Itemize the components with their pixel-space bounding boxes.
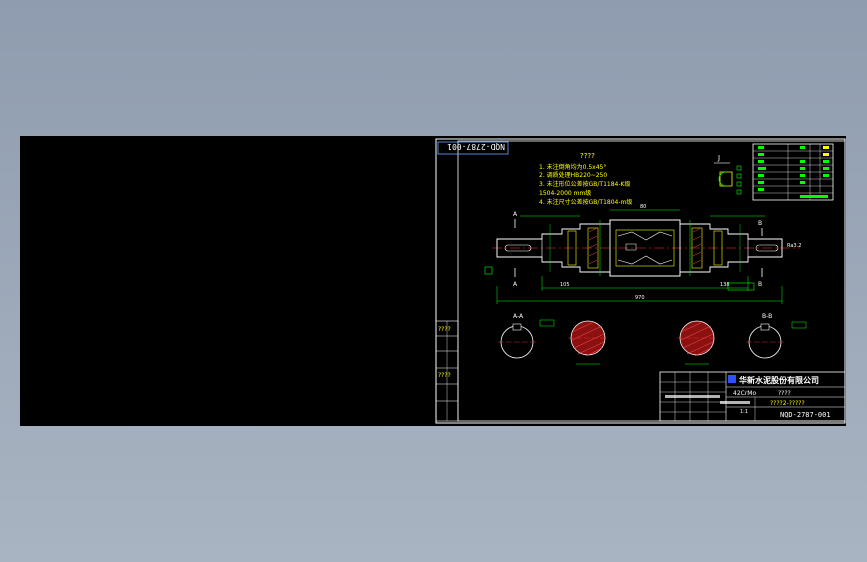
- dim-mid: 80: [640, 204, 646, 210]
- note-3: 3. 未注形位公差按GB/T1184-K级: [539, 180, 630, 188]
- left-strip-label-2: ????: [438, 372, 451, 379]
- dim-left: 105: [560, 282, 570, 288]
- section-mark-b-bottom: B: [758, 281, 762, 288]
- note-4: 1504-2000 mm级: [539, 189, 591, 197]
- title-block: 华新水泥股份有限公司 ???? ????2-????? 42CrMo 1:1 N…: [659, 371, 846, 422]
- material: 42CrMo: [733, 390, 756, 397]
- section-mark-a-top: A: [513, 211, 518, 218]
- cad-viewport[interactable]: NQD-2787-001 ???? ???? J ???? 1. 未注倒角均为0…: [20, 136, 846, 426]
- part-subtitle: ????2-?????: [770, 400, 805, 407]
- drawing-number-bottom: NQD-2787-001: [780, 411, 831, 419]
- dim-total: 970: [635, 295, 645, 301]
- parameter-table: [752, 143, 834, 201]
- scale: 1:1: [740, 409, 748, 415]
- shaft-drawing: NQD-2787-001 ???? ???? J ???? 1. 未注倒角均为0…: [435, 138, 846, 424]
- section-aa-label: A-A: [513, 313, 524, 320]
- detail-j: J: [714, 154, 742, 195]
- section-views: A-A B-B: [498, 313, 807, 365]
- note-5: 4. 未注尺寸公差按GB/T1804-m级: [539, 198, 632, 206]
- roughness-right: Ra3.2: [787, 243, 801, 249]
- company-name: 华新水泥股份有限公司: [739, 375, 819, 385]
- note-2: 2. 调质处理HB220~250: [539, 171, 607, 179]
- drawing-number-top: NQD-2787-001: [447, 142, 505, 151]
- notes-heading: ????: [580, 152, 595, 160]
- section-bb-label: B-B: [762, 313, 772, 320]
- section-mark-b-top: B: [758, 220, 762, 227]
- left-strip-label: ????: [438, 326, 451, 333]
- technical-notes: ???? 1. 未注倒角均为0.5x45° 2. 调质处理HB220~250 3…: [539, 152, 632, 206]
- svg-text:J: J: [717, 154, 720, 162]
- note-1: 1. 未注倒角均为0.5x45°: [539, 163, 606, 171]
- shaft-main-view: 970 105 138 80 A A B B Ra3.2: [484, 204, 801, 304]
- section-mark-a-bottom: A: [513, 281, 518, 288]
- part-name: ????: [778, 390, 791, 397]
